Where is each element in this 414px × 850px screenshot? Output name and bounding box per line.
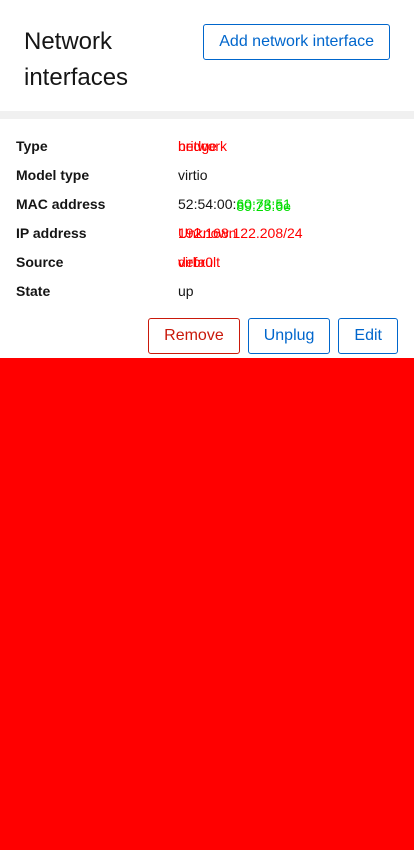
network-interface-card: Type bridge network Model type virtio MA… — [0, 119, 414, 358]
divider — [0, 111, 414, 119]
source-value: virbr0 default — [178, 252, 220, 272]
edit-button[interactable]: Edit — [338, 318, 398, 354]
model-type-row: Model type virtio — [0, 165, 414, 194]
state-row: State up — [0, 281, 414, 310]
ip-row: IP address Unknown 192.168.122.208/24 — [0, 223, 414, 252]
state-value: up — [178, 283, 194, 299]
type-label: Type — [16, 138, 48, 154]
mac-prefix: 52:54:00: — [178, 196, 237, 212]
mac-row: MAC address 52:54:00:60:73:51 89:25:6e — [0, 194, 414, 223]
mac-suffix: 60:73:51 89:25:6e — [236, 196, 291, 214]
state-label: State — [16, 283, 51, 299]
model-type-value: virtio — [178, 167, 208, 183]
type-value-b: network — [178, 138, 228, 154]
type-row: Type bridge network — [0, 136, 414, 165]
model-type-label: Model type — [16, 167, 90, 183]
ip-value-b: 192.168.122.208/24 — [178, 225, 303, 241]
add-network-interface-button[interactable]: Add network interface — [203, 24, 390, 60]
source-label: Source — [16, 254, 64, 270]
ip-label: IP address — [16, 225, 87, 241]
type-value: bridge network — [178, 136, 227, 156]
page-title: Network interfaces — [24, 28, 129, 91]
interface-actions: Remove Unplug Edit — [148, 318, 398, 354]
source-value-b: default — [178, 254, 221, 270]
mac-label: MAC address — [16, 196, 106, 212]
remove-button[interactable]: Remove — [148, 318, 240, 354]
mac-suffix-b: 89:25:6e — [236, 198, 291, 214]
mac-value: 52:54:00:60:73:51 89:25:6e — [178, 194, 291, 214]
page-header: Network interfaces Add network interface — [0, 0, 414, 111]
interface-details: Type bridge network Model type virtio MA… — [0, 119, 414, 310]
source-row: Source virbr0 default — [0, 252, 414, 281]
ip-value: Unknown 192.168.122.208/24 — [178, 223, 303, 243]
unplug-button[interactable]: Unplug — [247, 318, 331, 354]
